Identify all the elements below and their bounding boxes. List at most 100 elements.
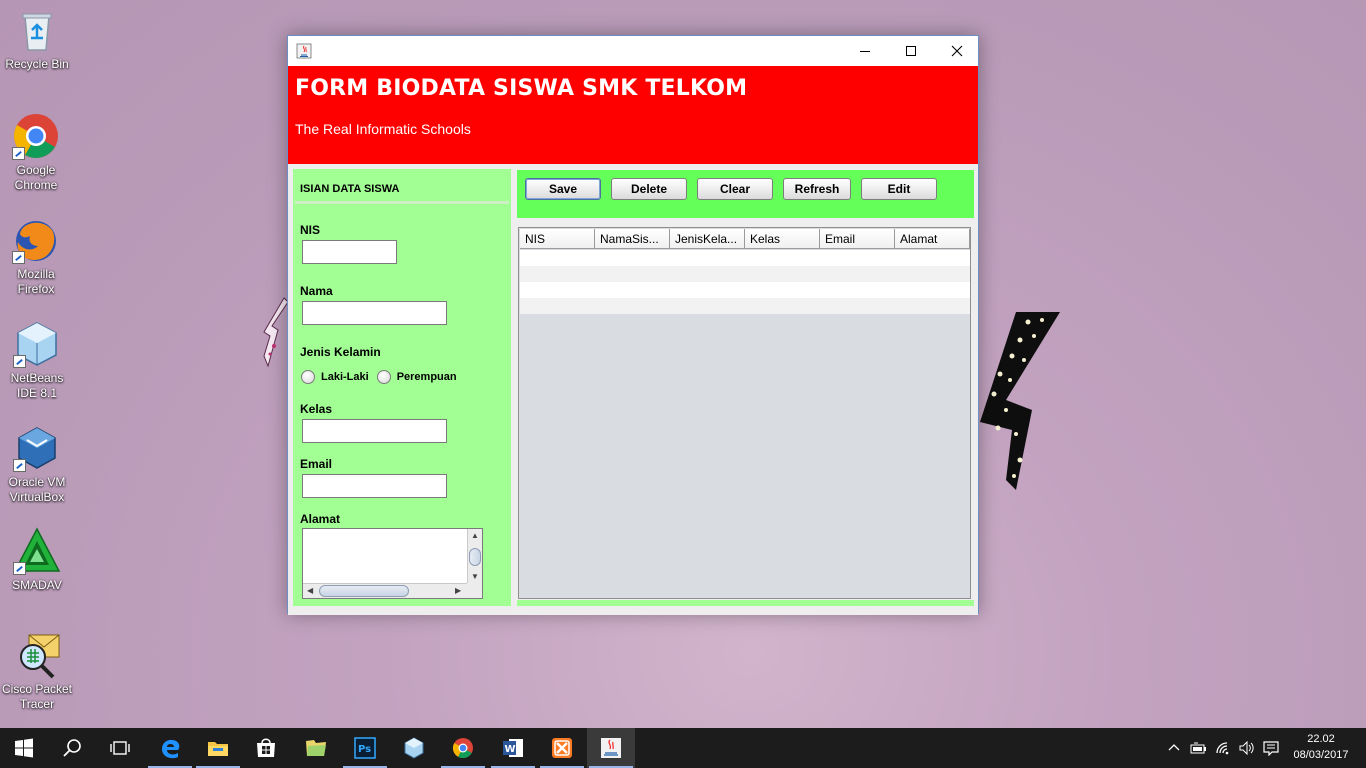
desktop-icon-label: Google Chrome [14, 163, 58, 192]
netbeans-icon [13, 320, 61, 368]
desktop-icon-cisco-packet-tracer[interactable]: Cisco Packet Tracer [0, 631, 74, 712]
refresh-button[interactable]: Refresh [783, 178, 851, 200]
column-header-kelas[interactable]: Kelas [745, 229, 820, 249]
maximize-button[interactable] [888, 36, 934, 66]
volume-control[interactable] [1236, 728, 1258, 768]
save-button[interactable]: Save [525, 178, 601, 200]
desktop-icon-recycle-bin[interactable]: Recycle Bin [0, 6, 74, 72]
radio-label: Laki-Laki [321, 371, 369, 383]
clear-button[interactable]: Clear [697, 178, 773, 200]
form-section-title: ISIAN DATA SISWA [300, 183, 400, 195]
folder-icon [306, 740, 326, 756]
scroll-down-icon[interactable]: ▼ [471, 573, 479, 581]
kelas-label: Kelas [300, 402, 333, 416]
scrollbar-thumb[interactable] [469, 548, 481, 566]
taskbar-photoshop[interactable]: Ps [341, 728, 389, 768]
desktop-icon-netbeans[interactable]: NetBeans IDE 8.1 [0, 320, 74, 401]
taskbar-java-app[interactable] [587, 728, 635, 768]
recycle-bin-icon [13, 6, 61, 54]
radio-button-icon [301, 370, 315, 384]
jenis-kelamin-label: Jenis Kelamin [300, 345, 381, 359]
start-button[interactable] [0, 728, 48, 768]
system-clock[interactable]: 22.02 08/03/2017 [1286, 731, 1356, 763]
shortcut-arrow-icon [12, 147, 25, 160]
radio-label: Perempuan [396, 371, 457, 383]
alamat-label: Alamat [300, 512, 341, 526]
word-icon: W [503, 739, 523, 757]
desktop-icon-mozilla-firefox[interactable]: Mozilla Firefox [0, 216, 72, 297]
table-row[interactable] [520, 298, 970, 314]
taskbar-netbeans[interactable] [390, 728, 438, 768]
column-header-nama[interactable]: NamaSis... [595, 229, 670, 249]
window-titlebar[interactable] [288, 36, 978, 66]
kelas-field[interactable] [302, 419, 447, 443]
form-title: FORM BIODATA SISWA SMK TELKOM [295, 76, 748, 101]
taskbar: Ps W 22.02 08/03/2017 [0, 728, 1366, 768]
column-header-nis[interactable]: NIS [520, 229, 595, 249]
email-field[interactable] [302, 474, 447, 498]
form-subtitle: The Real Informatic Schools [295, 121, 471, 137]
notification-icon [1263, 741, 1279, 756]
table-row[interactable] [520, 266, 970, 282]
windows-logo-icon [15, 738, 33, 758]
taskbar-chrome[interactable] [439, 728, 487, 768]
nis-field[interactable] [302, 240, 397, 264]
table-header: NIS NamaSis... JenisKela... Kelas Email … [520, 229, 970, 249]
edit-button[interactable]: Edit [861, 178, 937, 200]
taskbar-xampp[interactable] [538, 728, 586, 768]
search-button[interactable] [48, 728, 96, 768]
form-section-header: ISIAN DATA SISWA [295, 171, 509, 204]
desktop-icon-google-chrome[interactable]: Google Chrome [0, 112, 72, 193]
scroll-left-icon[interactable]: ◀ [307, 587, 313, 595]
gender-radio-group: Laki-Laki Perempuan [301, 370, 465, 384]
taskbar-store[interactable] [242, 728, 290, 768]
column-header-alamat[interactable]: Alamat [895, 229, 970, 249]
network-status[interactable] [1212, 728, 1234, 768]
desktop-icon-smadav[interactable]: SMADAV [0, 527, 74, 593]
chevron-up-icon [1168, 744, 1180, 751]
battery-icon [1190, 742, 1206, 754]
scrollbar-thumb[interactable] [319, 585, 409, 597]
column-header-email[interactable]: Email [820, 229, 895, 249]
horizontal-scrollbar[interactable]: ◀ ▶ [303, 583, 468, 598]
header-banner: FORM BIODATA SISWA SMK TELKOM The Real I… [288, 66, 978, 164]
file-explorer-icon [208, 742, 228, 756]
close-button[interactable] [934, 36, 980, 66]
virtualbox-icon [13, 424, 61, 472]
desktop-icon-label: Oracle VM VirtualBox [8, 475, 66, 504]
svg-text:W: W [505, 744, 516, 755]
minimize-button[interactable] [842, 36, 888, 66]
taskbar-word[interactable]: W [489, 728, 537, 768]
packet-tracer-icon [13, 631, 61, 679]
smadav-icon [13, 527, 61, 575]
table-row[interactable] [520, 250, 970, 266]
clock-date: 08/03/2017 [1293, 749, 1349, 761]
nama-field[interactable] [302, 301, 447, 325]
table-row[interactable] [520, 282, 970, 298]
close-icon [951, 45, 963, 57]
task-view-button[interactable] [96, 728, 144, 768]
shortcut-arrow-icon [13, 355, 26, 368]
show-hidden-icons-button[interactable] [1164, 728, 1184, 768]
desktop-icon-virtualbox[interactable]: Oracle VM VirtualBox [0, 424, 74, 505]
radio-laki-laki[interactable]: Laki-Laki [301, 370, 369, 384]
action-center-button[interactable] [1258, 728, 1284, 768]
taskbar-file-explorer[interactable] [194, 728, 242, 768]
delete-button[interactable]: Delete [611, 178, 687, 200]
taskbar-folder[interactable] [292, 728, 340, 768]
clock-time: 22.02 [1307, 733, 1335, 745]
battery-status[interactable] [1188, 728, 1210, 768]
data-table[interactable]: NIS NamaSis... JenisKela... Kelas Email … [518, 227, 971, 599]
scroll-up-icon[interactable]: ▲ [471, 532, 479, 540]
scroll-corner [467, 583, 482, 598]
column-header-jenis-kelamin[interactable]: JenisKela... [670, 229, 745, 249]
taskbar-edge[interactable] [146, 728, 194, 768]
radio-perempuan[interactable]: Perempuan [376, 370, 457, 384]
radio-button-icon [376, 370, 391, 384]
photoshop-icon: Ps [354, 737, 376, 759]
vertical-scrollbar[interactable]: ▲ ▼ [467, 529, 482, 584]
scroll-right-icon[interactable]: ▶ [455, 587, 461, 595]
maximize-icon [906, 46, 916, 56]
alamat-textarea[interactable]: ▲ ▼ ◀ ▶ [302, 528, 483, 599]
wallpaper-decoration [976, 310, 1066, 500]
